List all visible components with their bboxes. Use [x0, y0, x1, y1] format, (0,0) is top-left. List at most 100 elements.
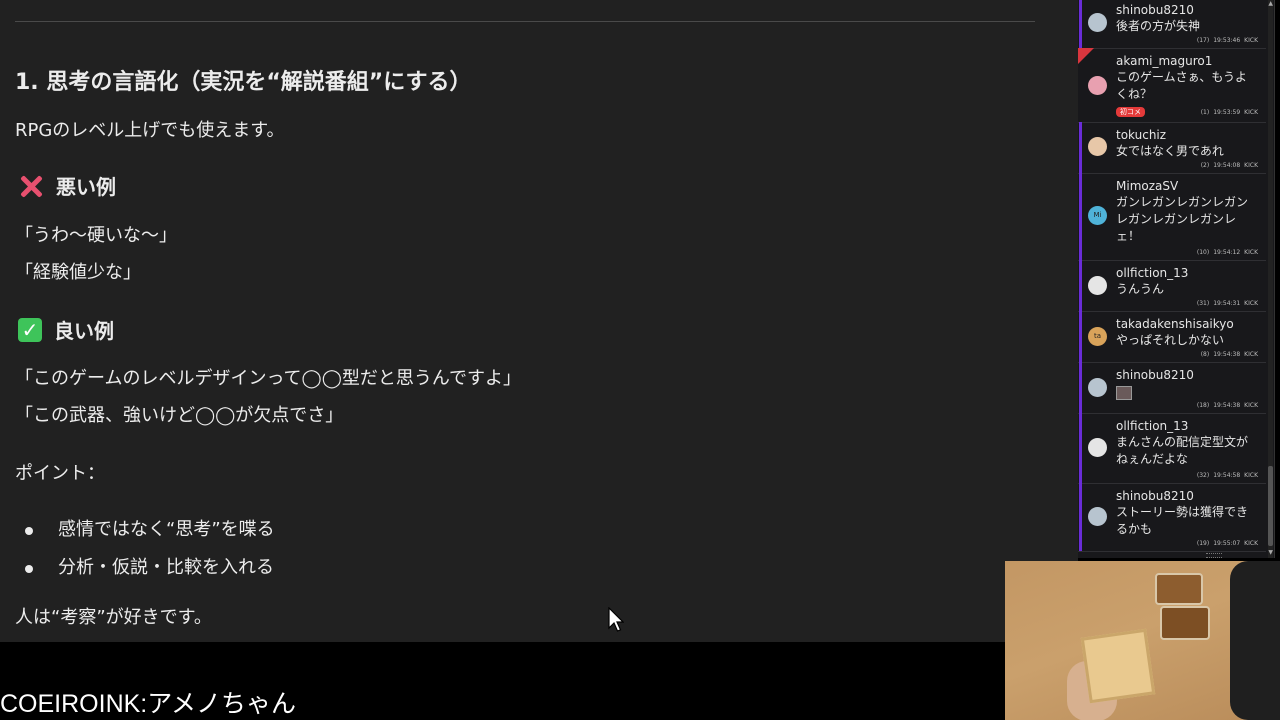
chat-message: ollfiction_13 うんうん (31) 19:54:31 KICK — [1078, 260, 1266, 312]
message-accent-bar — [1079, 0, 1082, 48]
message-accent-bar — [1079, 122, 1082, 173]
avatar[interactable]: ta — [1088, 327, 1107, 346]
message-meta: (18) 19:54:38 KICK — [1193, 402, 1258, 409]
message-count: (10) — [1196, 249, 1210, 256]
new-flag-icon — [1078, 48, 1094, 64]
chat-text: うんうん — [1116, 282, 1165, 296]
avatar[interactable] — [1088, 507, 1107, 526]
message-accent-bar — [1079, 173, 1082, 260]
avatar[interactable] — [1088, 276, 1107, 295]
message-meta: (2) 19:54:08 KICK — [1197, 162, 1258, 169]
kick-button[interactable]: KICK — [1244, 300, 1258, 307]
camera-object — [1160, 606, 1210, 640]
chat-text: このゲームさぁ、もうよくね？ — [1116, 70, 1248, 101]
message-meta: (17) 19:53:46 KICK — [1193, 37, 1258, 44]
cross-mark-icon — [18, 173, 44, 199]
bad-example-line: 「うわ〜硬いな〜」 — [15, 225, 177, 246]
chat-message: akami_maguro1 このゲームさぁ、もうよくね？ 初コメ (1) 19:5… — [1078, 48, 1266, 123]
avatar[interactable]: Mi — [1088, 206, 1107, 225]
kick-button[interactable]: KICK — [1244, 402, 1258, 409]
message-count: (17) — [1196, 37, 1210, 44]
message-accent-bar — [1079, 413, 1082, 483]
message-meta: (19) 19:55:07 KICK — [1193, 540, 1258, 547]
list-item: 分析・仮説・比較を入れる — [15, 552, 275, 590]
chat-text: ストーリー勢は獲得できるかも — [1116, 505, 1249, 536]
chat-username[interactable]: shinobu8210 — [1116, 489, 1194, 503]
chat-username[interactable]: tokuchiz — [1116, 128, 1166, 142]
bullet-icon — [25, 527, 33, 535]
avatar[interactable] — [1088, 13, 1107, 32]
list-item-text: 感情ではなく“思考”を喋る — [58, 519, 275, 540]
avatar[interactable] — [1088, 378, 1107, 397]
kick-button[interactable]: KICK — [1244, 109, 1258, 116]
kick-button[interactable]: KICK — [1244, 540, 1258, 547]
chat-username[interactable]: ollfiction_13 — [1116, 419, 1188, 433]
message-accent-bar — [1079, 483, 1082, 551]
chat-username[interactable]: shinobu8210 — [1116, 368, 1194, 382]
message-accent-bar — [1079, 362, 1082, 413]
scroll-up-icon[interactable]: ▲ — [1268, 0, 1273, 7]
message-count: (2) — [1200, 162, 1210, 169]
chat-username[interactable]: akami_maguro1 — [1116, 54, 1212, 68]
resize-grip-icon[interactable] — [1206, 553, 1222, 558]
chat-text: ガンレガンレガンレガンレガンレガンレガンレェ！ — [1116, 195, 1249, 243]
chat-text: 女ではなく男であれ — [1116, 144, 1224, 158]
message-time: 19:54:08 — [1213, 162, 1241, 169]
message-count: (8) — [1200, 351, 1210, 358]
bullet-icon — [25, 565, 33, 573]
chat-text: やっぱそれしかない — [1116, 333, 1225, 347]
chat-panel: shinobu8210 後者の方が失神 (17) 19:53:46 KICK aka… — [1078, 0, 1275, 558]
kick-button[interactable]: KICK — [1244, 249, 1258, 256]
bad-example-heading: 悪い例 — [18, 171, 116, 200]
message-meta: (10) 19:54:12 KICK — [1193, 249, 1258, 256]
camera-object — [1230, 561, 1280, 720]
chat-message: tokuchiz 女ではなく男であれ (2) 19:54:08 KICK — [1078, 122, 1266, 174]
kick-button[interactable]: KICK — [1244, 472, 1258, 479]
scroll-down-icon[interactable]: ▼ — [1268, 549, 1273, 556]
kick-button[interactable]: KICK — [1244, 37, 1258, 44]
message-time: 19:54:31 — [1213, 300, 1241, 307]
avatar[interactable] — [1088, 137, 1107, 156]
message-time: 19:53:59 — [1213, 109, 1241, 116]
points-list: 感情ではなく“思考”を喋る 分析・仮説・比較を入れる — [15, 514, 275, 590]
message-meta: (31) 19:54:31 KICK — [1193, 300, 1258, 307]
message-count: (32) — [1196, 472, 1210, 479]
avatar[interactable] — [1088, 438, 1107, 457]
good-example-heading: ✓ 良い例 — [18, 315, 114, 344]
message-count: (31) — [1196, 300, 1210, 307]
chat-text: まんさんの配信定型文がねぇんだよな — [1116, 435, 1249, 466]
message-accent-bar — [1079, 260, 1082, 311]
message-meta: (1) 19:53:59 KICK — [1197, 109, 1258, 116]
intro-text: RPGのレベル上げでも使えます。 — [15, 120, 285, 141]
camera-object — [1155, 573, 1203, 605]
good-example-line: 「この武器、強いけど◯◯が欠点でさ」 — [15, 405, 344, 426]
chat-username[interactable]: MimozaSV — [1116, 179, 1178, 193]
chat-message: ta takadakenshisaikyo やっぱそれしかない (8) 19:54… — [1078, 311, 1266, 363]
chat-message: shinobu8210 後者の方が失神 (17) 19:53:46 KICK — [1078, 0, 1266, 49]
document-view: 1. 思考の言語化（実況を“解説番組”にする） RPGのレベル上げでも使えます。… — [0, 0, 1078, 642]
message-meta: (32) 19:54:58 KICK — [1193, 472, 1258, 479]
horizontal-rule — [15, 21, 1035, 22]
chat-username[interactable]: shinobu8210 — [1116, 3, 1194, 17]
list-item: 感情ではなく“思考”を喋る — [15, 514, 275, 552]
message-count: (18) — [1196, 402, 1210, 409]
list-item-text: 分析・仮説・比較を入れる — [58, 557, 274, 578]
section-heading: 1. 思考の言語化（実況を“解説番組”にする） — [15, 70, 472, 95]
message-time: 19:54:58 — [1213, 472, 1241, 479]
chat-message: shinobu8210 ストーリー勢は獲得できるかも (19) 19:55:07 K… — [1078, 483, 1266, 552]
chat-username[interactable]: ollfiction_13 — [1116, 266, 1188, 280]
avatar[interactable] — [1088, 76, 1107, 95]
kick-button[interactable]: KICK — [1244, 351, 1258, 358]
kick-button[interactable]: KICK — [1244, 162, 1258, 169]
message-time: 19:54:38 — [1213, 402, 1241, 409]
chat-message: shinobu8210 (18) 19:54:38 KICK — [1078, 362, 1266, 414]
chat-scrollbar-thumb[interactable] — [1268, 466, 1273, 546]
camera-feed — [1005, 561, 1280, 720]
message-count: (19) — [1196, 540, 1210, 547]
chat-message: ollfiction_13 まんさんの配信定型文がねぇんだよな (32) 19:5… — [1078, 413, 1266, 484]
closing-text: 人は“考察”が好きです。 — [15, 607, 212, 628]
tts-caption: COEIROINK:アメノちゃん — [0, 690, 296, 718]
check-mark-icon: ✓ — [18, 317, 42, 342]
message-time: 19:53:46 — [1213, 37, 1241, 44]
chat-username[interactable]: takadakenshisaikyo — [1116, 317, 1234, 331]
